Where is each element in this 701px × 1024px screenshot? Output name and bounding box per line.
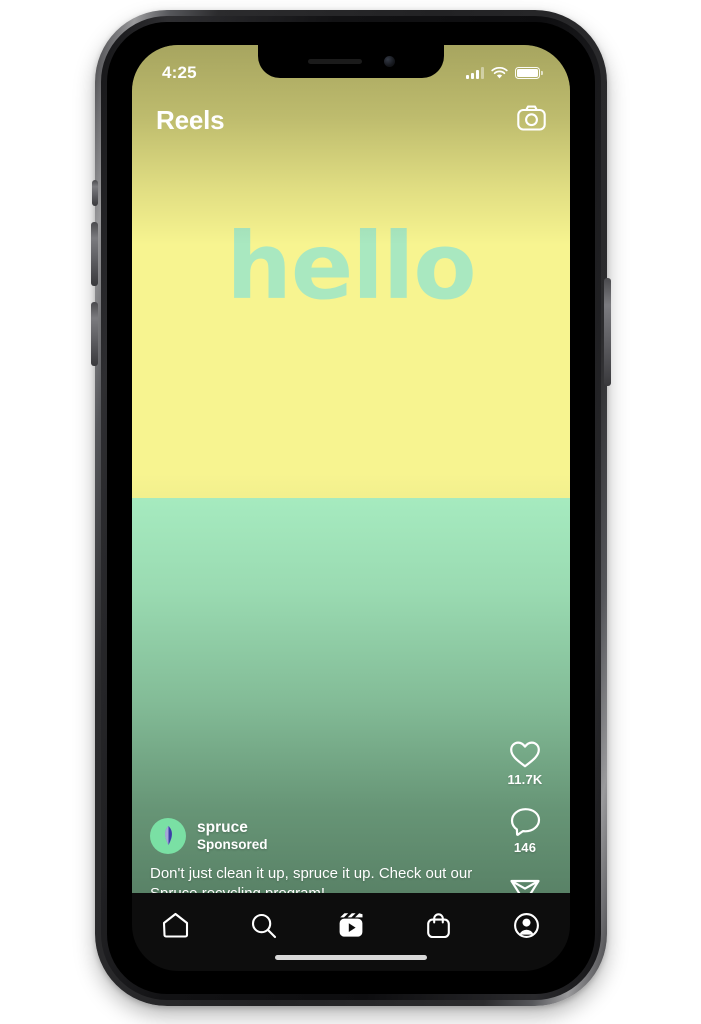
reels-icon [339,913,363,937]
volume-down-button[interactable] [91,302,98,366]
home-indicator[interactable] [275,955,427,960]
tab-shop[interactable] [416,907,462,943]
home-icon [163,912,189,938]
power-button[interactable] [604,278,611,386]
mute-switch-button[interactable] [92,180,98,206]
sponsored-label: Sponsored [197,836,268,852]
device-notch [258,45,444,78]
like-count: 11.7K [507,772,543,787]
cellular-signal-icon [466,67,484,79]
front-camera-lens [383,56,395,67]
tab-reels[interactable] [328,907,374,943]
tab-search[interactable] [240,907,286,943]
wifi-icon [491,66,508,78]
comment-bubble-icon [510,808,540,836]
battery-full-icon [515,67,543,79]
search-icon [251,913,276,938]
profile-icon [513,912,539,938]
shopping-bag-icon [427,912,450,938]
camera-icon[interactable] [517,105,546,136]
status-bar-time: 4:25 [162,63,197,82]
earpiece-speaker [307,59,362,64]
phone-device: hello 4:25 Reels 11.7K 146 spruce Sponso… [91,10,611,1006]
comment-button[interactable]: 146 [510,807,541,855]
phone-screen: hello 4:25 Reels 11.7K 146 spruce Sponso… [132,45,570,971]
comment-count: 146 [513,840,537,855]
tab-home[interactable] [153,907,199,943]
reels-screen: hello 4:25 Reels 11.7K 146 spruce Sponso… [132,45,570,971]
reels-header: Reels [132,97,570,143]
tab-profile[interactable] [503,907,549,943]
advertiser-row[interactable]: spruce Sponsored [150,817,484,854]
advertiser-handle: spruce [197,819,248,837]
advertiser-names: spruce Sponsored [197,819,268,851]
spruce-leaf-avatar[interactable] [150,817,186,854]
page-title: Reels [156,104,225,135]
like-button[interactable]: 11.7K [508,740,543,787]
leaf-icon [164,826,172,846]
heart-icon [510,741,540,768]
status-bar-indicators [466,66,543,80]
volume-up-button[interactable] [91,222,98,286]
